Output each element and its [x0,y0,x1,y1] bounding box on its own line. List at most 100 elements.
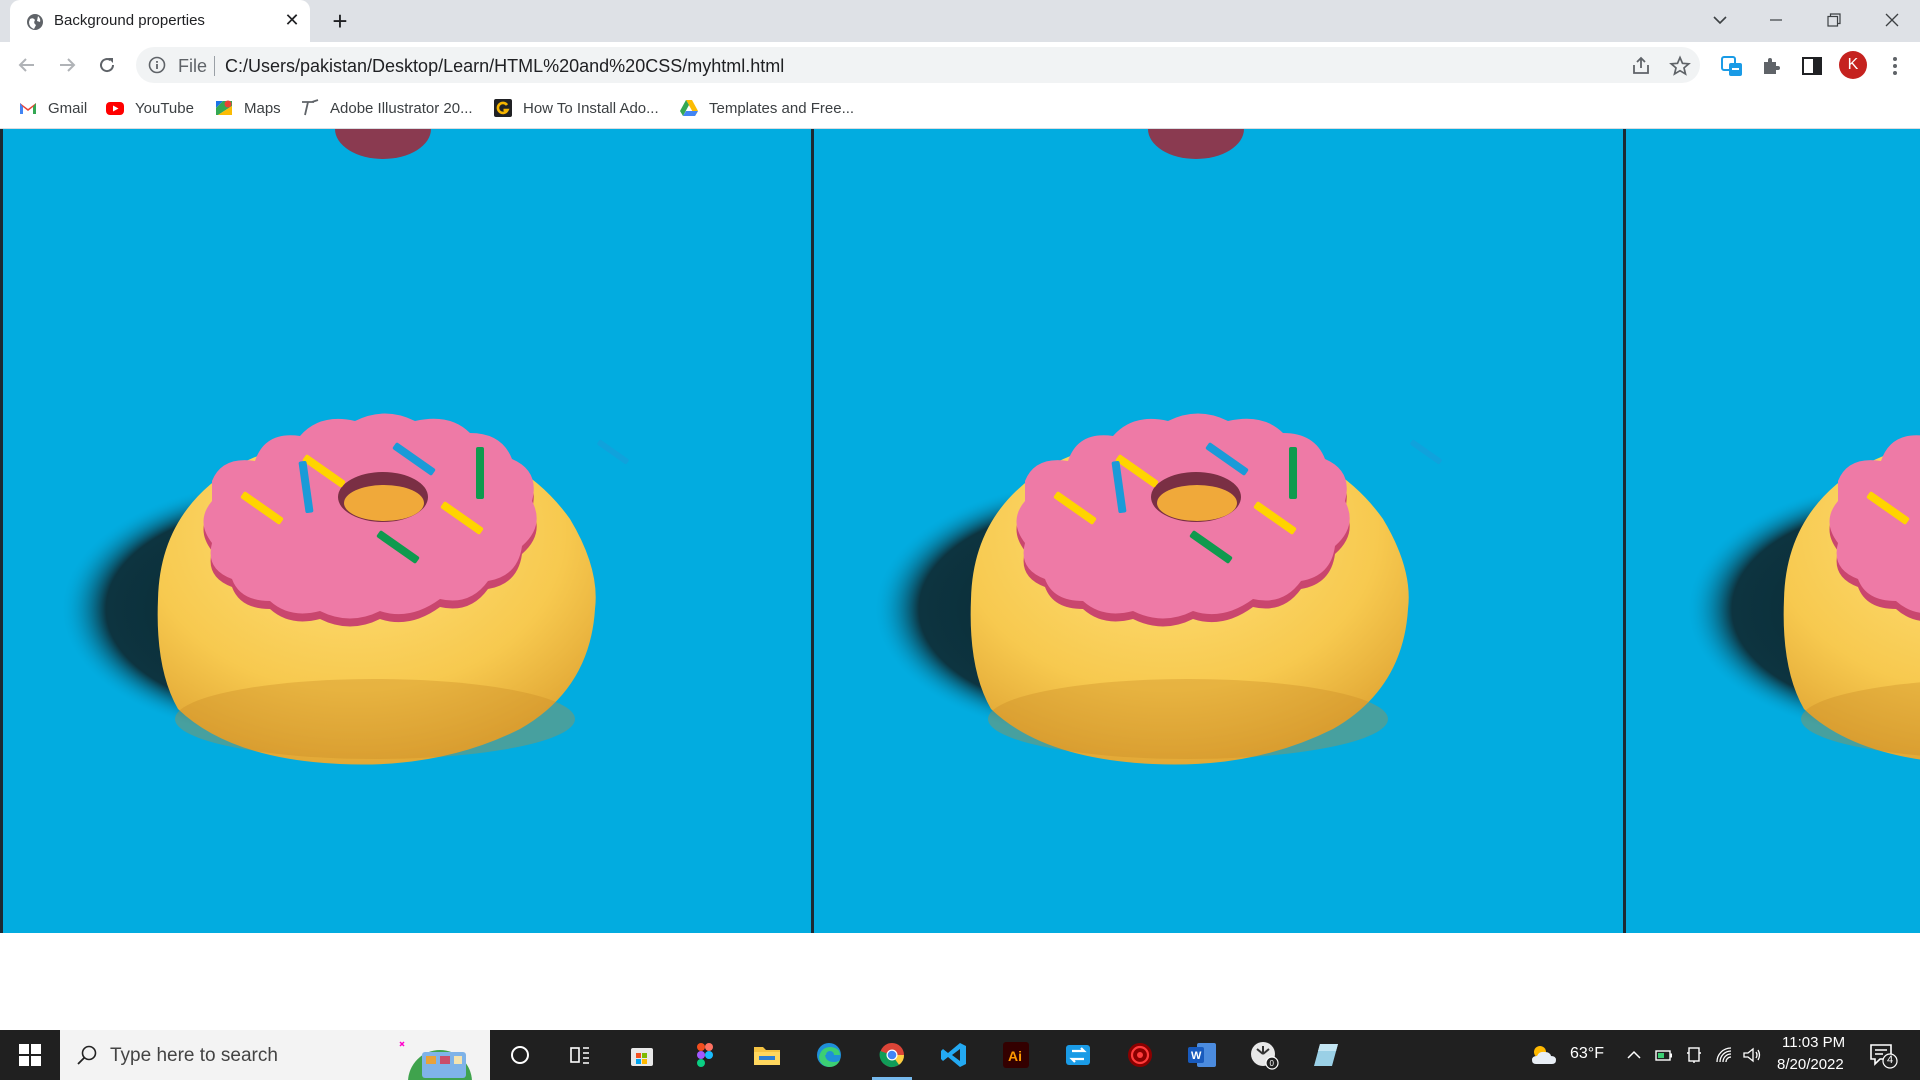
figma-button[interactable] [685,1037,725,1073]
figma-icon [697,1043,713,1067]
clock-time[interactable]: 11:03 PM [1782,1034,1845,1051]
bookmark-templates[interactable]: Templates and Free... [679,96,854,120]
illustrator-button[interactable]: Ai [996,1037,1036,1073]
tile-border [0,129,3,933]
donut-tile-1 [0,129,811,933]
chevron-down-icon [1713,16,1727,25]
bookmark-adobe-illustrator[interactable]: Adobe Illustrator 20... [300,96,473,120]
browser-toolbar: File C:/Users/pakistan/Desktop/Learn/HTM… [0,42,1920,88]
translate-extension-icon[interactable] [1720,54,1744,78]
bookmark-gmail[interactable]: Gmail [18,96,87,120]
share-icon[interactable] [1630,55,1652,77]
edge-button[interactable] [809,1037,849,1073]
remote-desktop-icon [1066,1045,1090,1065]
taskbar-search-box[interactable]: Type here to search [60,1030,490,1080]
arrow-right-icon [60,58,76,72]
minimize-button[interactable] [1748,0,1804,40]
search-highlight-illustration-icon [399,1041,472,1080]
tab-close-icon[interactable]: ✕ [282,10,302,30]
drive-icon [680,100,698,116]
tile-border [811,129,814,933]
donut-illustration [1626,129,1920,933]
address-bar[interactable]: File C:/Users/pakistan/Desktop/Learn/HTM… [136,47,1700,83]
pen-icon [302,99,319,116]
word-button[interactable]: W [1182,1037,1222,1073]
remote-app-button[interactable] [1058,1037,1098,1073]
forward-button[interactable] [52,50,82,80]
security-app-button[interactable] [1120,1037,1160,1073]
bookmarks-bar: Gmail YouTube Maps Adobe Illustrator 20.… [0,88,1920,129]
bookmark-label: Gmail [48,99,88,117]
task-view-button[interactable] [560,1037,600,1073]
windows-taskbar: Type here to search Ai W 0 63°F 11:03 PM… [0,1030,1920,1080]
search-icon [77,1045,97,1065]
gmail-icon [20,103,36,114]
vscode-button[interactable] [934,1037,974,1073]
bookmark-youtube[interactable]: YouTube [105,96,194,120]
notification-center-button[interactable]: 4 [1868,1040,1898,1070]
battery-icon[interactable] [1654,1045,1674,1065]
shield-app-icon [1128,1043,1152,1067]
vscode-icon [941,1043,966,1067]
reload-icon [100,58,115,73]
tab-strip: Background properties ✕ + [0,0,1920,42]
volume-icon[interactable] [1742,1045,1762,1065]
microsoft-store-button[interactable] [622,1037,662,1073]
tab-title: Background properties [54,12,205,29]
url-scheme-label: File [178,56,208,76]
windows-logo-icon [19,1044,41,1066]
tab-background-properties[interactable]: Background properties ✕ [10,0,310,42]
minimize-icon [1770,19,1782,21]
notification-icon [1870,1044,1898,1069]
info-icon[interactable] [148,56,166,74]
notes-app-button[interactable] [1306,1037,1346,1073]
file-explorer-button[interactable] [747,1037,787,1073]
wifi-icon[interactable] [1714,1045,1734,1065]
arrow-left-icon [18,58,34,72]
clock-app-icon: 0 [1251,1042,1279,1070]
donut-tile-3 [1626,129,1920,933]
svg-text:0: 0 [1270,1059,1275,1068]
search-placeholder: Type here to search [110,1045,278,1066]
bookmark-label: Templates and Free... [709,99,855,117]
side-panel-icon[interactable] [1800,54,1824,78]
bookmark-label: How To Install Ado... [523,99,659,117]
weather-cloud-icon[interactable] [1528,1042,1560,1068]
extensions-puzzle-icon[interactable] [1760,54,1784,78]
word-icon: W [1188,1043,1216,1067]
profile-avatar[interactable]: K [1839,51,1867,79]
bookmark-label: Adobe Illustrator 20... [330,99,473,117]
cortana-button[interactable] [500,1037,540,1073]
url-text[interactable]: C:/Users/pakistan/Desktop/Learn/HTML%20a… [225,56,784,77]
chevron-up-icon[interactable] [1626,1047,1642,1063]
reload-button[interactable] [92,50,122,80]
chrome-button[interactable] [872,1037,912,1080]
chrome-icon [879,1043,905,1068]
notes-app-icon [1314,1044,1338,1066]
donut-illustration [0,129,811,933]
tab-search-button[interactable] [1692,0,1748,40]
star-icon[interactable] [1669,55,1691,77]
restore-button[interactable] [1806,0,1862,40]
clock-date[interactable]: 8/20/2022 [1777,1056,1844,1073]
g-icon [494,99,512,117]
kebab-menu-icon[interactable] [1883,54,1907,78]
folder-icon [754,1047,780,1065]
store-icon [631,1048,653,1066]
svg-text:Ai: Ai [1008,1048,1022,1064]
cortana-icon [511,1046,529,1064]
restore-icon [1827,13,1841,27]
device-icon[interactable] [1684,1045,1704,1065]
new-tab-button[interactable]: + [326,7,354,35]
weather-temperature[interactable]: 63°F [1570,1045,1604,1063]
clock-app-button[interactable]: 0 [1244,1037,1284,1073]
illustrator-icon: Ai [1003,1042,1029,1068]
bookmark-how-to-install[interactable]: How To Install Ado... [493,96,659,120]
donut-tile-2 [813,129,1624,933]
background-image-area [0,129,1920,933]
start-button[interactable] [0,1030,60,1080]
back-button[interactable] [12,50,42,80]
close-window-button[interactable] [1864,0,1920,40]
donut-illustration [813,129,1624,933]
bookmark-maps[interactable]: Maps [214,96,281,120]
